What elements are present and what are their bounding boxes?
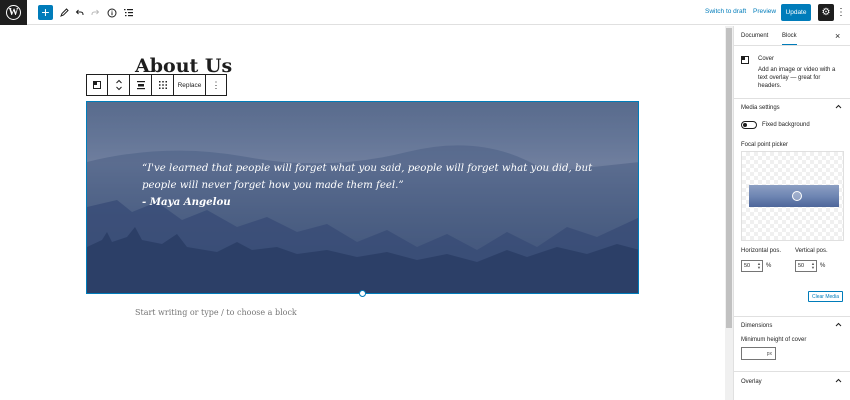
sidebar-tabs: Document Block ×: [734, 26, 850, 46]
spinner-icon[interactable]: ▲ ▼: [757, 262, 761, 270]
focal-point-label: Focal point picker: [741, 142, 789, 148]
horizontal-percent: %: [766, 263, 772, 269]
divider: [734, 371, 850, 372]
move-block-button[interactable]: [108, 75, 130, 95]
chevron-up-icon[interactable]: [835, 103, 842, 112]
horizontal-pos-label: Horizontal pos.: [741, 248, 782, 254]
wordpress-logo-button[interactable]: W: [0, 0, 27, 25]
preview-link[interactable]: Preview: [753, 8, 776, 15]
vertical-pos-value: 50: [798, 263, 805, 269]
cover-block[interactable]: “I've learned that people will forget wh…: [86, 101, 639, 294]
info-icon[interactable]: [104, 5, 119, 20]
editor-scrollbar[interactable]: [725, 26, 733, 400]
vertical-percent: %: [820, 263, 826, 269]
focal-point-image: [749, 185, 839, 207]
add-block-button[interactable]: +: [38, 5, 53, 20]
chevron-up-icon[interactable]: [835, 377, 842, 386]
settings-sidebar: Document Block × Cover Add an image or v…: [733, 26, 850, 400]
cover-quote-text[interactable]: “I've learned that people will forget wh…: [142, 160, 602, 211]
top-toolbar: W + Switch to draft Preview Update ⚙ ⋮: [0, 0, 850, 25]
divider: [734, 98, 850, 99]
full-height-button[interactable]: [152, 75, 174, 95]
align-center-icon: [136, 81, 145, 90]
spinner-icon[interactable]: ▲ ▼: [811, 262, 815, 270]
block-card-title: Cover: [758, 56, 775, 62]
divider: [734, 316, 850, 317]
block-appender-placeholder[interactable]: Start writing or type / to choose a bloc…: [135, 308, 297, 317]
fixed-background-label: Fixed background: [762, 122, 810, 128]
fixed-background-toggle[interactable]: [741, 121, 757, 129]
scrollbar-thumb[interactable]: [726, 28, 732, 328]
update-button[interactable]: Update: [781, 4, 811, 21]
tab-block[interactable]: Block: [782, 33, 797, 45]
replace-button[interactable]: Replace: [174, 75, 206, 95]
switch-to-draft-link[interactable]: Switch to draft: [705, 8, 746, 15]
dimensions-panel-title[interactable]: Dimensions: [741, 323, 772, 329]
vertical-pos-label: Vertical pos.: [795, 248, 828, 254]
block-card-description: Add an image or video with a text overla…: [758, 67, 836, 89]
cover-block-icon-button[interactable]: [87, 75, 108, 95]
media-settings-panel-title[interactable]: Media settings: [741, 105, 780, 111]
more-options-icon[interactable]: ⋮: [836, 5, 846, 20]
tab-document[interactable]: Document: [741, 33, 768, 39]
content-position-button[interactable]: [130, 75, 152, 95]
min-height-unit: px: [766, 351, 772, 357]
focal-point-handle[interactable]: [792, 191, 802, 201]
quote-line-1: “I've learned that people will forget wh…: [142, 163, 593, 174]
min-height-input[interactable]: px: [741, 347, 776, 360]
editor-canvas: About Us Replace ⋮ “I've learned that pe…: [0, 26, 725, 400]
vertical-pos-input[interactable]: 50 ▲ ▼: [795, 260, 817, 272]
overlay-panel-title[interactable]: Overlay: [741, 379, 762, 385]
close-sidebar-icon[interactable]: ×: [835, 31, 840, 41]
redo-icon[interactable]: [88, 5, 103, 20]
settings-gear-icon[interactable]: ⚙: [818, 4, 834, 21]
cover-resize-handle[interactable]: [359, 290, 366, 297]
focal-point-picker[interactable]: [741, 151, 844, 241]
cover-icon: [93, 81, 101, 89]
wordpress-icon: W: [6, 5, 21, 20]
horizontal-pos-input[interactable]: 50 ▲ ▼: [741, 260, 763, 272]
quote-author: - Maya Angelou: [142, 196, 231, 208]
chevron-up-icon[interactable]: [835, 321, 842, 330]
undo-icon[interactable]: [72, 5, 87, 20]
list-view-icon[interactable]: [121, 5, 136, 20]
grid-icon: [158, 81, 167, 89]
cover-icon: [741, 56, 749, 64]
block-toolbar: Replace ⋮: [86, 74, 227, 96]
horizontal-pos-value: 50: [744, 263, 751, 269]
pen-icon[interactable]: [57, 5, 72, 20]
quote-line-2: people will never forget how you made th…: [142, 180, 404, 191]
min-height-label: Minimum height of cover: [741, 337, 807, 343]
block-more-options-icon[interactable]: ⋮: [206, 75, 226, 95]
clear-media-button[interactable]: Clear Media: [808, 291, 843, 302]
move-up-down-icon: [115, 79, 122, 91]
